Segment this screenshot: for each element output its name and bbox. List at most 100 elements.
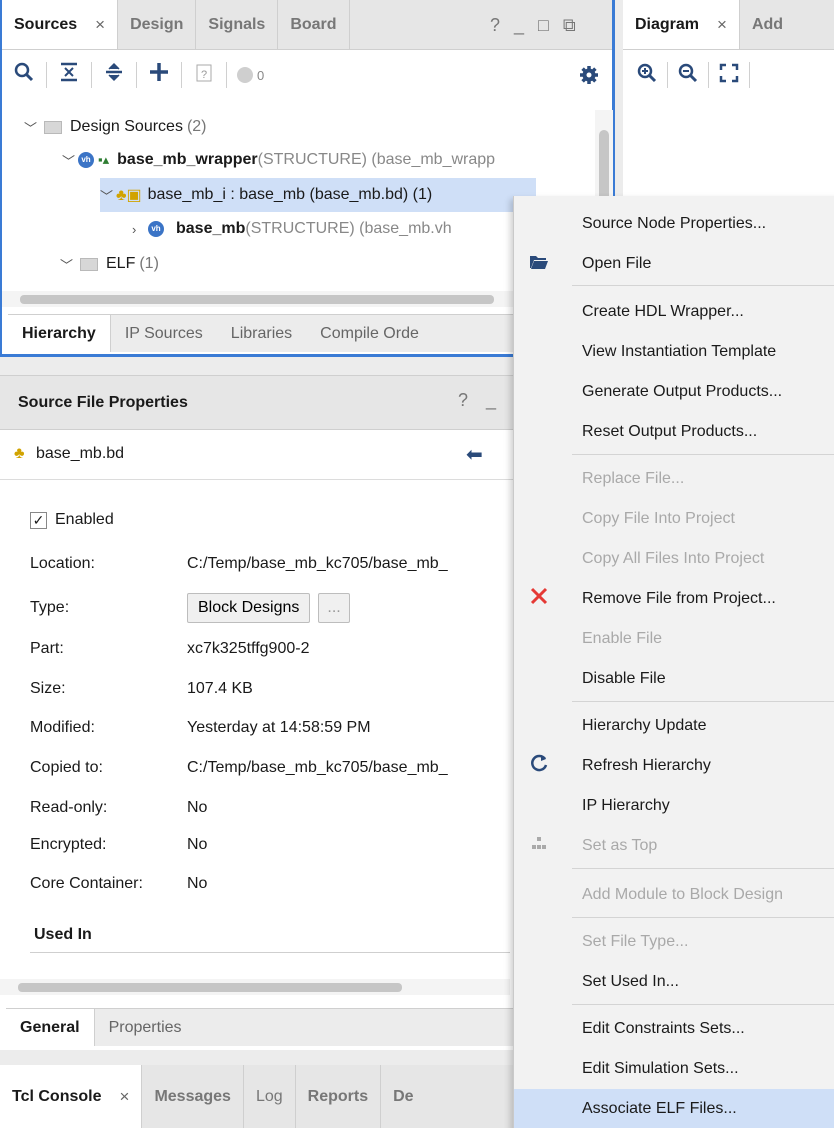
menu-item-set-used-in[interactable]: Set Used In...	[514, 962, 834, 1002]
scroll-thumb[interactable]	[18, 983, 402, 992]
prop-row-size: Size: 107.4 KB	[30, 674, 253, 704]
tab-design[interactable]: Design	[118, 0, 197, 49]
menu-item-reset-output-products[interactable]: Reset Output Products...	[514, 412, 834, 452]
expand-all-icon[interactable]	[102, 62, 126, 88]
prop-value: 107.4 KB	[187, 680, 253, 697]
menu-separator	[572, 701, 834, 702]
properties-horizontal-scrollbar[interactable]	[0, 979, 510, 995]
prop-label: Location:	[30, 555, 95, 572]
collapse-all-icon[interactable]	[57, 62, 81, 88]
tree-item-base-mb[interactable]: › vh base_mb (STRUCTURE) (base_mb.vh	[132, 212, 452, 246]
tree-item-design-sources[interactable]: ﹀ Design Sources (2)	[24, 110, 207, 144]
menu-item-remove-file-from-project[interactable]: Remove File from Project...	[514, 579, 834, 619]
tab-properties[interactable]: Properties	[95, 1009, 196, 1046]
menu-item-label: Associate ELF Files...	[582, 1100, 737, 1117]
fit-view-icon[interactable]	[719, 63, 739, 88]
minimize-icon[interactable]: _	[486, 390, 496, 411]
prop-row-read-only: Read-only: No	[30, 793, 207, 823]
prop-value: No	[187, 799, 208, 816]
help-icon[interactable]: ?	[458, 390, 468, 411]
menu-item-enable-file[interactable]: Enable File	[514, 619, 834, 659]
tab-hierarchy[interactable]: Hierarchy	[8, 315, 111, 352]
tab-messages[interactable]: Messages	[142, 1065, 244, 1128]
chevron-right-icon[interactable]: ›	[132, 222, 148, 237]
float-icon[interactable]: ⧉	[563, 15, 576, 36]
tab-signals[interactable]: Signals	[196, 0, 279, 49]
tab-label: Compile Orde	[320, 324, 419, 342]
zoom-in-icon[interactable]	[637, 63, 657, 88]
close-icon[interactable]: ×	[120, 1087, 130, 1107]
back-arrow-icon[interactable]: ⬅	[466, 442, 483, 467]
tab-log[interactable]: Log	[244, 1065, 296, 1128]
tab-label: De	[393, 1087, 414, 1105]
chevron-down-icon[interactable]: ﹀	[60, 255, 76, 274]
menu-item-view-instantiation-template[interactable]: View Instantiation Template	[514, 332, 834, 372]
menu-item-copy-file-into-project[interactable]: Copy File Into Project	[514, 499, 834, 539]
tree-item-label: ELF	[106, 255, 136, 272]
menu-item-disable-file[interactable]: Disable File	[514, 659, 834, 699]
menu-item-hierarchy-update[interactable]: Hierarchy Update	[514, 706, 834, 746]
menu-item-edit-simulation-sets[interactable]: Edit Simulation Sets...	[514, 1049, 834, 1089]
search-icon[interactable]	[12, 62, 36, 88]
close-icon[interactable]: ×	[95, 15, 105, 35]
tab-libraries[interactable]: Libraries	[217, 315, 306, 352]
tab-general[interactable]: General	[6, 1009, 95, 1046]
tab-sources[interactable]: Sources ×	[2, 0, 119, 49]
diagram-tabbar: Diagram × Add	[623, 0, 834, 50]
tree-item-detail: (STRUCTURE) (base_mb_wrapp	[257, 151, 496, 168]
prop-label: Encrypted:	[30, 836, 107, 853]
menu-item-source-node-properties[interactable]: Source Node Properties...	[514, 204, 834, 244]
menu-item-add-module-to-block-design[interactable]: Add Module to Block Design	[514, 875, 834, 915]
menu-item-set-as-top[interactable]: Set as Top	[514, 826, 834, 866]
menu-item-associate-elf-files[interactable]: Associate ELF Files...	[514, 1089, 834, 1128]
menu-item-label: Set File Type...	[582, 933, 689, 950]
prop-value: Yesterday at 14:58:59 PM	[187, 719, 371, 736]
settings-gear-icon[interactable]	[579, 65, 599, 90]
menu-item-refresh-hierarchy[interactable]: Refresh Hierarchy	[514, 746, 834, 786]
scroll-thumb[interactable]	[20, 295, 494, 304]
tree-item-base-mb-i-selected[interactable]: ﹀ ♣▣ base_mb_i : base_mb (base_mb.bd) (1…	[100, 178, 536, 212]
chevron-down-icon[interactable]: ﹀	[24, 118, 40, 137]
chevron-down-icon[interactable]: ﹀	[62, 151, 78, 170]
tab-label: Add	[751, 15, 784, 33]
tab-address-editor[interactable]: Add	[740, 0, 795, 49]
menu-item-ip-hierarchy[interactable]: IP Hierarchy	[514, 786, 834, 826]
menu-item-generate-output-products[interactable]: Generate Output Products...	[514, 372, 834, 412]
menu-item-label: Refresh Hierarchy	[582, 757, 711, 774]
tab-tcl-console[interactable]: Tcl Console ×	[0, 1065, 143, 1128]
browse-type-button[interactable]: ...	[318, 593, 350, 623]
prop-label: Read-only:	[30, 799, 108, 816]
menu-item-create-hdl-wrapper[interactable]: Create HDL Wrapper...	[514, 292, 834, 332]
refresh-icon	[528, 754, 550, 778]
menu-item-set-file-type[interactable]: Set File Type...	[514, 922, 834, 962]
minimize-icon[interactable]: _	[514, 15, 524, 36]
prop-row-encrypted: Encrypted: No	[30, 830, 207, 860]
used-in-heading: Used In	[34, 926, 92, 943]
menu-item-open-file[interactable]: Open File	[514, 244, 834, 284]
menu-item-copy-all-files-into-project[interactable]: Copy All Files Into Project	[514, 539, 834, 579]
tab-board-label: Board	[290, 15, 337, 33]
panel-title: Source File Properties	[18, 394, 188, 411]
help-doc-icon[interactable]: ?	[192, 62, 216, 88]
tab-ip-sources[interactable]: IP Sources	[111, 315, 217, 352]
menu-item-replace-file[interactable]: Replace File...	[514, 459, 834, 499]
prop-row-type: Type: Block Designs ...	[30, 590, 350, 626]
chevron-down-icon[interactable]: ﹀	[100, 186, 116, 205]
tab-compile-order[interactable]: Compile Orde	[306, 315, 433, 352]
help-icon[interactable]: ?	[490, 15, 500, 36]
enabled-checkbox[interactable]: ✓	[30, 511, 47, 529]
zoom-out-icon[interactable]	[678, 63, 698, 88]
block-designs-button[interactable]: Block Designs	[187, 593, 311, 623]
tab-diagram[interactable]: Diagram ×	[623, 0, 740, 49]
add-sources-icon[interactable]	[147, 62, 171, 88]
tab-board[interactable]: Board	[278, 0, 350, 49]
enabled-checkbox-row[interactable]: ✓ Enabled	[30, 505, 114, 535]
close-icon[interactable]: ×	[717, 15, 727, 35]
menu-item-edit-constraints-sets[interactable]: Edit Constraints Sets...	[514, 1009, 834, 1049]
maximize-icon[interactable]: □	[538, 15, 549, 36]
tree-item-base-mb-wrapper[interactable]: ﹀ vh ▪▴ base_mb_wrapper (STRUCTURE) (bas…	[62, 143, 495, 177]
tab-reports[interactable]: Reports	[296, 1065, 382, 1128]
tree-item-elf[interactable]: ﹀ ELF (1)	[60, 247, 159, 281]
tab-design-runs[interactable]: De	[381, 1065, 425, 1128]
prop-label: Part:	[30, 640, 64, 657]
